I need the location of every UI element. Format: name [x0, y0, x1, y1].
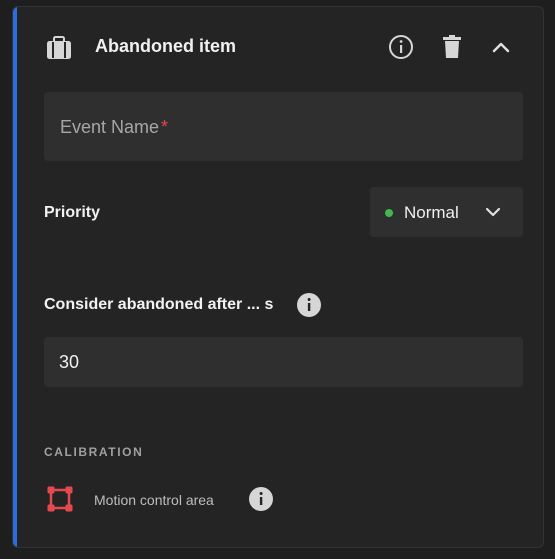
- event-name-placeholder: Event Name *: [60, 117, 169, 137]
- collapse-button[interactable]: [487, 33, 515, 61]
- card-accent-bar: [13, 7, 17, 547]
- card-title: Abandoned item: [95, 36, 237, 56]
- info-icon: [389, 35, 413, 59]
- event-card: Abandoned item Event Name * Priority Nor…: [12, 6, 544, 548]
- required-mark: *: [161, 117, 169, 137]
- priority-label: Priority: [44, 204, 101, 221]
- info-button[interactable]: [387, 33, 415, 61]
- info-icon[interactable]: [248, 486, 274, 512]
- priority-select[interactable]: Normal: [370, 187, 523, 237]
- chevron-down-icon: [485, 207, 501, 217]
- calibration-heading: CALIBRATION: [44, 445, 144, 459]
- trash-icon: [443, 35, 461, 58]
- motion-control-area-link[interactable]: Motion control area: [94, 492, 214, 508]
- motion-area-icon: [47, 486, 73, 512]
- card-header[interactable]: Abandoned item: [13, 7, 543, 87]
- chevron-up-icon: [492, 42, 510, 53]
- abandon-seconds-value: 30: [59, 352, 80, 372]
- abandon-threshold-label: Consider abandoned after ... s: [44, 296, 274, 313]
- briefcase-icon: [47, 36, 71, 59]
- priority-status-dot: [385, 209, 393, 217]
- priority-value: Normal: [404, 203, 459, 222]
- info-icon[interactable]: [296, 292, 322, 318]
- abandon-seconds-input[interactable]: 30: [44, 337, 523, 387]
- delete-button[interactable]: [438, 33, 466, 61]
- event-name-field[interactable]: Event Name *: [44, 92, 523, 161]
